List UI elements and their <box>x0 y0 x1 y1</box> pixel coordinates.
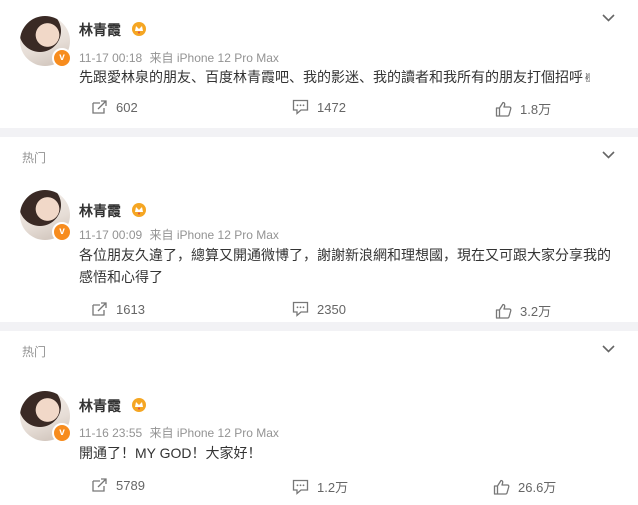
post-text-content: 各位朋友久違了，總算又開通微博了，謝謝新浪網和理想國，現在又可跟大家分享我的感悟… <box>79 247 611 285</box>
post-time[interactable]: 11-16 23:55 <box>79 426 142 440</box>
post-text-content: 開通了！MY GOD！大家好！ <box>79 445 262 461</box>
hot-label: 热门 <box>22 345 47 359</box>
comment-count: 1472 <box>317 99 346 115</box>
avatar[interactable]: v <box>20 190 72 242</box>
repost-button[interactable]: 602 <box>91 99 138 115</box>
author-name[interactable]: 林青霞 <box>79 398 121 414</box>
comment-icon <box>292 99 309 115</box>
verified-badge-icon: v <box>52 423 72 443</box>
comment-button[interactable]: 1.2万 <box>292 477 348 496</box>
repost-count: 602 <box>116 99 138 115</box>
post-text: 開通了！MY GOD！大家好！ <box>79 442 619 464</box>
comment-button[interactable]: 1472 <box>292 99 346 115</box>
divider <box>0 128 638 137</box>
chevron-down-icon[interactable] <box>600 149 616 161</box>
post-text: 先跟愛林泉的朋友、百度林青霞吧、我的影迷、我的讀者和我所有的朋友打個招呼✌ <box>79 66 619 89</box>
post-card: v 林青霞 11-17 00:18 来自 iPhone 12 Pro Max 先… <box>0 0 638 128</box>
comment-icon <box>292 301 309 317</box>
author-name[interactable]: 林青霞 <box>79 203 121 219</box>
post-text-content: 先跟愛林泉的朋友、百度林青霞吧、我的影迷、我的讀者和我所有的朋友打個招呼 <box>79 69 583 85</box>
like-count: 26.6万 <box>518 480 557 495</box>
avatar[interactable]: v <box>20 16 72 68</box>
like-button[interactable]: 26.6万 <box>493 477 556 496</box>
like-count: 1.8万 <box>520 102 552 117</box>
like-button[interactable]: 3.2万 <box>495 301 551 320</box>
post-time[interactable]: 11-17 00:18 <box>79 51 142 65</box>
like-count: 3.2万 <box>520 304 552 319</box>
post-actions: 602 1472 1.8万 <box>0 99 638 119</box>
post-meta: 11-17 00:09 来自 iPhone 12 Pro Max <box>79 226 283 243</box>
comment-count: 2350 <box>317 301 346 317</box>
comment-count: 1.2万 <box>317 480 349 495</box>
author-name-row: 林青霞 <box>79 201 147 221</box>
verified-badge-icon: v <box>52 222 72 242</box>
crown-icon <box>131 398 146 412</box>
thumbs-up-icon <box>493 479 510 495</box>
repost-icon <box>92 478 107 492</box>
repost-count: 1613 <box>116 301 145 317</box>
chevron-down-icon[interactable] <box>600 12 616 24</box>
crown-icon <box>131 203 146 217</box>
repost-icon <box>92 302 107 316</box>
avatar[interactable]: v <box>20 391 72 443</box>
chevron-down-icon[interactable] <box>600 343 616 355</box>
thumbs-up-icon <box>495 303 512 319</box>
author-name-row: 林青霞 <box>79 20 147 40</box>
author-name-row: 林青霞 <box>79 396 147 416</box>
post-meta: 11-17 00:18 来自 iPhone 12 Pro Max <box>79 49 283 66</box>
divider <box>0 322 638 331</box>
post-source: 来自 iPhone 12 Pro Max <box>149 426 279 440</box>
repost-icon <box>92 100 107 114</box>
comment-icon <box>292 479 309 495</box>
post-actions: 1613 2350 3.2万 <box>0 301 638 321</box>
repost-button[interactable]: 5789 <box>91 477 145 493</box>
like-button[interactable]: 1.8万 <box>495 99 551 118</box>
post-source: 来自 iPhone 12 Pro Max <box>149 228 279 242</box>
thumbs-up-icon <box>495 101 512 117</box>
hot-label: 热门 <box>22 151 47 165</box>
repost-count: 5789 <box>116 477 145 493</box>
post-card: 热门 v 林青霞 11-16 23:55 来自 iPhone 12 Pro Ma… <box>0 331 638 505</box>
victory-hand-icon: ✌ <box>583 71 594 85</box>
post-meta: 11-16 23:55 来自 iPhone 12 Pro Max <box>79 424 283 441</box>
comment-button[interactable]: 2350 <box>292 301 346 317</box>
repost-button[interactable]: 1613 <box>91 301 145 317</box>
crown-icon <box>131 22 146 36</box>
post-text: 各位朋友久違了，總算又開通微博了，謝謝新浪網和理想國，現在又可跟大家分享我的感悟… <box>79 244 619 288</box>
post-actions: 5789 1.2万 26.6万 <box>0 477 638 497</box>
author-name[interactable]: 林青霞 <box>79 22 121 38</box>
post-time[interactable]: 11-17 00:09 <box>79 228 142 242</box>
post-card: 热门 v 林青霞 11-17 00:09 来自 iPhone 12 Pro Ma… <box>0 137 638 322</box>
verified-badge-icon: v <box>52 48 72 68</box>
post-source: 来自 iPhone 12 Pro Max <box>149 51 279 65</box>
